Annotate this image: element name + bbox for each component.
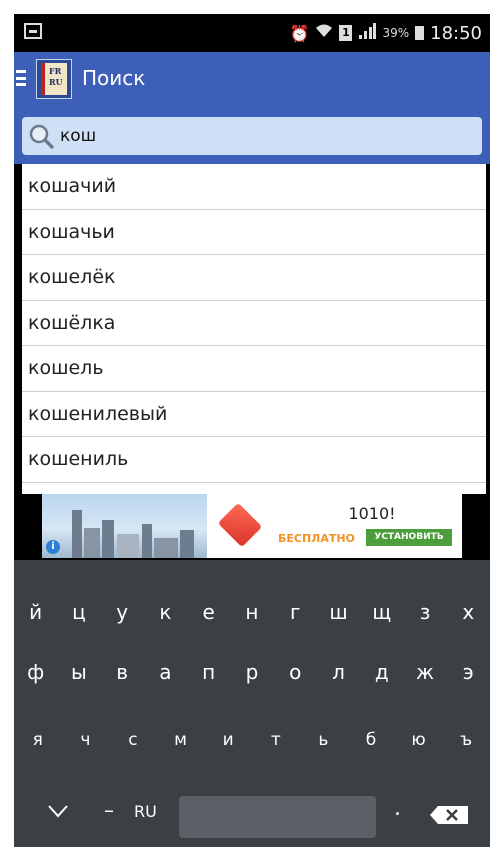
battery-percent: 39%: [382, 26, 410, 40]
key[interactable]: ы: [59, 660, 99, 684]
app-bar: FR RU Поиск: [14, 52, 490, 106]
sim-icon: 1: [339, 25, 353, 41]
key[interactable]: я: [18, 730, 58, 750]
key[interactable]: и: [208, 730, 248, 750]
wifi-icon: [315, 23, 333, 43]
language-key[interactable]: RU: [134, 802, 157, 821]
key[interactable]: р: [232, 660, 272, 684]
list-item[interactable]: кошенилевый: [22, 392, 486, 437]
key[interactable]: ь: [303, 730, 343, 750]
search-box[interactable]: [22, 117, 482, 155]
key[interactable]: л: [318, 660, 358, 684]
menu-icon[interactable]: [16, 70, 26, 86]
key[interactable]: с: [113, 730, 153, 750]
search-bar: [14, 106, 490, 164]
ad-info-icon[interactable]: i: [46, 540, 60, 554]
search-input[interactable]: [60, 123, 470, 149]
battery-icon: [415, 26, 425, 40]
key[interactable]: ъ: [446, 730, 486, 750]
key[interactable]: х: [448, 600, 488, 624]
key[interactable]: ю: [399, 730, 439, 750]
period-key[interactable]: .: [394, 796, 401, 821]
logo-text-ru: RU: [49, 77, 63, 87]
alarm-icon: ⏰: [289, 23, 310, 43]
key[interactable]: а: [145, 660, 185, 684]
dash-key[interactable]: –: [104, 798, 114, 822]
key[interactable]: г: [275, 600, 315, 624]
key[interactable]: н: [232, 600, 272, 624]
phone-screen: ⏰ 1 39% 18:50 FR RU Поиск кош кошачий ко…: [14, 14, 490, 847]
ad-image: i: [42, 494, 207, 558]
key[interactable]: й: [16, 600, 56, 624]
key[interactable]: у: [102, 600, 142, 624]
search-icon: [29, 124, 54, 149]
keyboard-row-2: ф ы в а п р о л д ж э: [14, 660, 490, 684]
list-item[interactable]: кошелёк: [22, 255, 486, 301]
ad-banner[interactable]: i 1010! БЕСПЛАТНО УСТАНОВИТЬ: [42, 494, 462, 558]
key[interactable]: ч: [65, 730, 105, 750]
list-item[interactable]: кошель: [22, 346, 486, 392]
key[interactable]: м: [161, 730, 201, 750]
key[interactable]: ц: [59, 600, 99, 624]
list-item[interactable]: кошачий: [22, 164, 486, 210]
list-item[interactable]: кошёлка: [22, 301, 486, 346]
list-item[interactable]: кошениль: [22, 437, 486, 483]
key[interactable]: ф: [16, 660, 56, 684]
app-logo: FR RU: [36, 59, 72, 99]
list-item[interactable]: кошачьи: [22, 210, 486, 255]
ad-free-label: БЕСПЛАТНО: [278, 532, 355, 545]
hide-keyboard-icon[interactable]: [48, 802, 68, 822]
key[interactable]: ж: [405, 660, 445, 684]
key[interactable]: в: [102, 660, 142, 684]
screenshot-icon: [24, 23, 42, 39]
space-key[interactable]: [179, 796, 376, 838]
key[interactable]: з: [405, 600, 445, 624]
backspace-icon[interactable]: [430, 806, 468, 824]
status-icons: ⏰ 1 39% 18:50: [290, 20, 482, 46]
key[interactable]: е: [189, 600, 229, 624]
key[interactable]: п: [189, 660, 229, 684]
keyboard-row-bottom: – RU .: [14, 788, 490, 838]
signal-icon: [358, 23, 377, 43]
key[interactable]: ш: [318, 600, 358, 624]
key[interactable]: о: [275, 660, 315, 684]
key[interactable]: т: [256, 730, 296, 750]
keyboard-row-1: й ц у к е н г ш щ з х: [14, 600, 490, 624]
ad-app-icon: [207, 494, 271, 558]
key[interactable]: д: [362, 660, 402, 684]
keyboard: й ц у к е н г ш щ з х ф ы в а п р о л д …: [14, 560, 490, 847]
ad-title: 1010!: [348, 504, 396, 523]
clock: 18:50: [430, 22, 482, 44]
logo-text-fr: FR: [49, 66, 62, 76]
key[interactable]: к: [145, 600, 185, 624]
key[interactable]: э: [448, 660, 488, 684]
app-title: Поиск: [82, 66, 146, 90]
status-bar: ⏰ 1 39% 18:50: [14, 14, 490, 52]
key[interactable]: щ: [362, 600, 402, 624]
ad-install-button[interactable]: УСТАНОВИТЬ: [366, 529, 452, 546]
keyboard-row-3: я ч с м и т ь б ю ъ: [14, 730, 490, 750]
key[interactable]: б: [351, 730, 391, 750]
results-list: кошачий кошачьи кошелёк кошёлка кошель к…: [22, 164, 486, 494]
